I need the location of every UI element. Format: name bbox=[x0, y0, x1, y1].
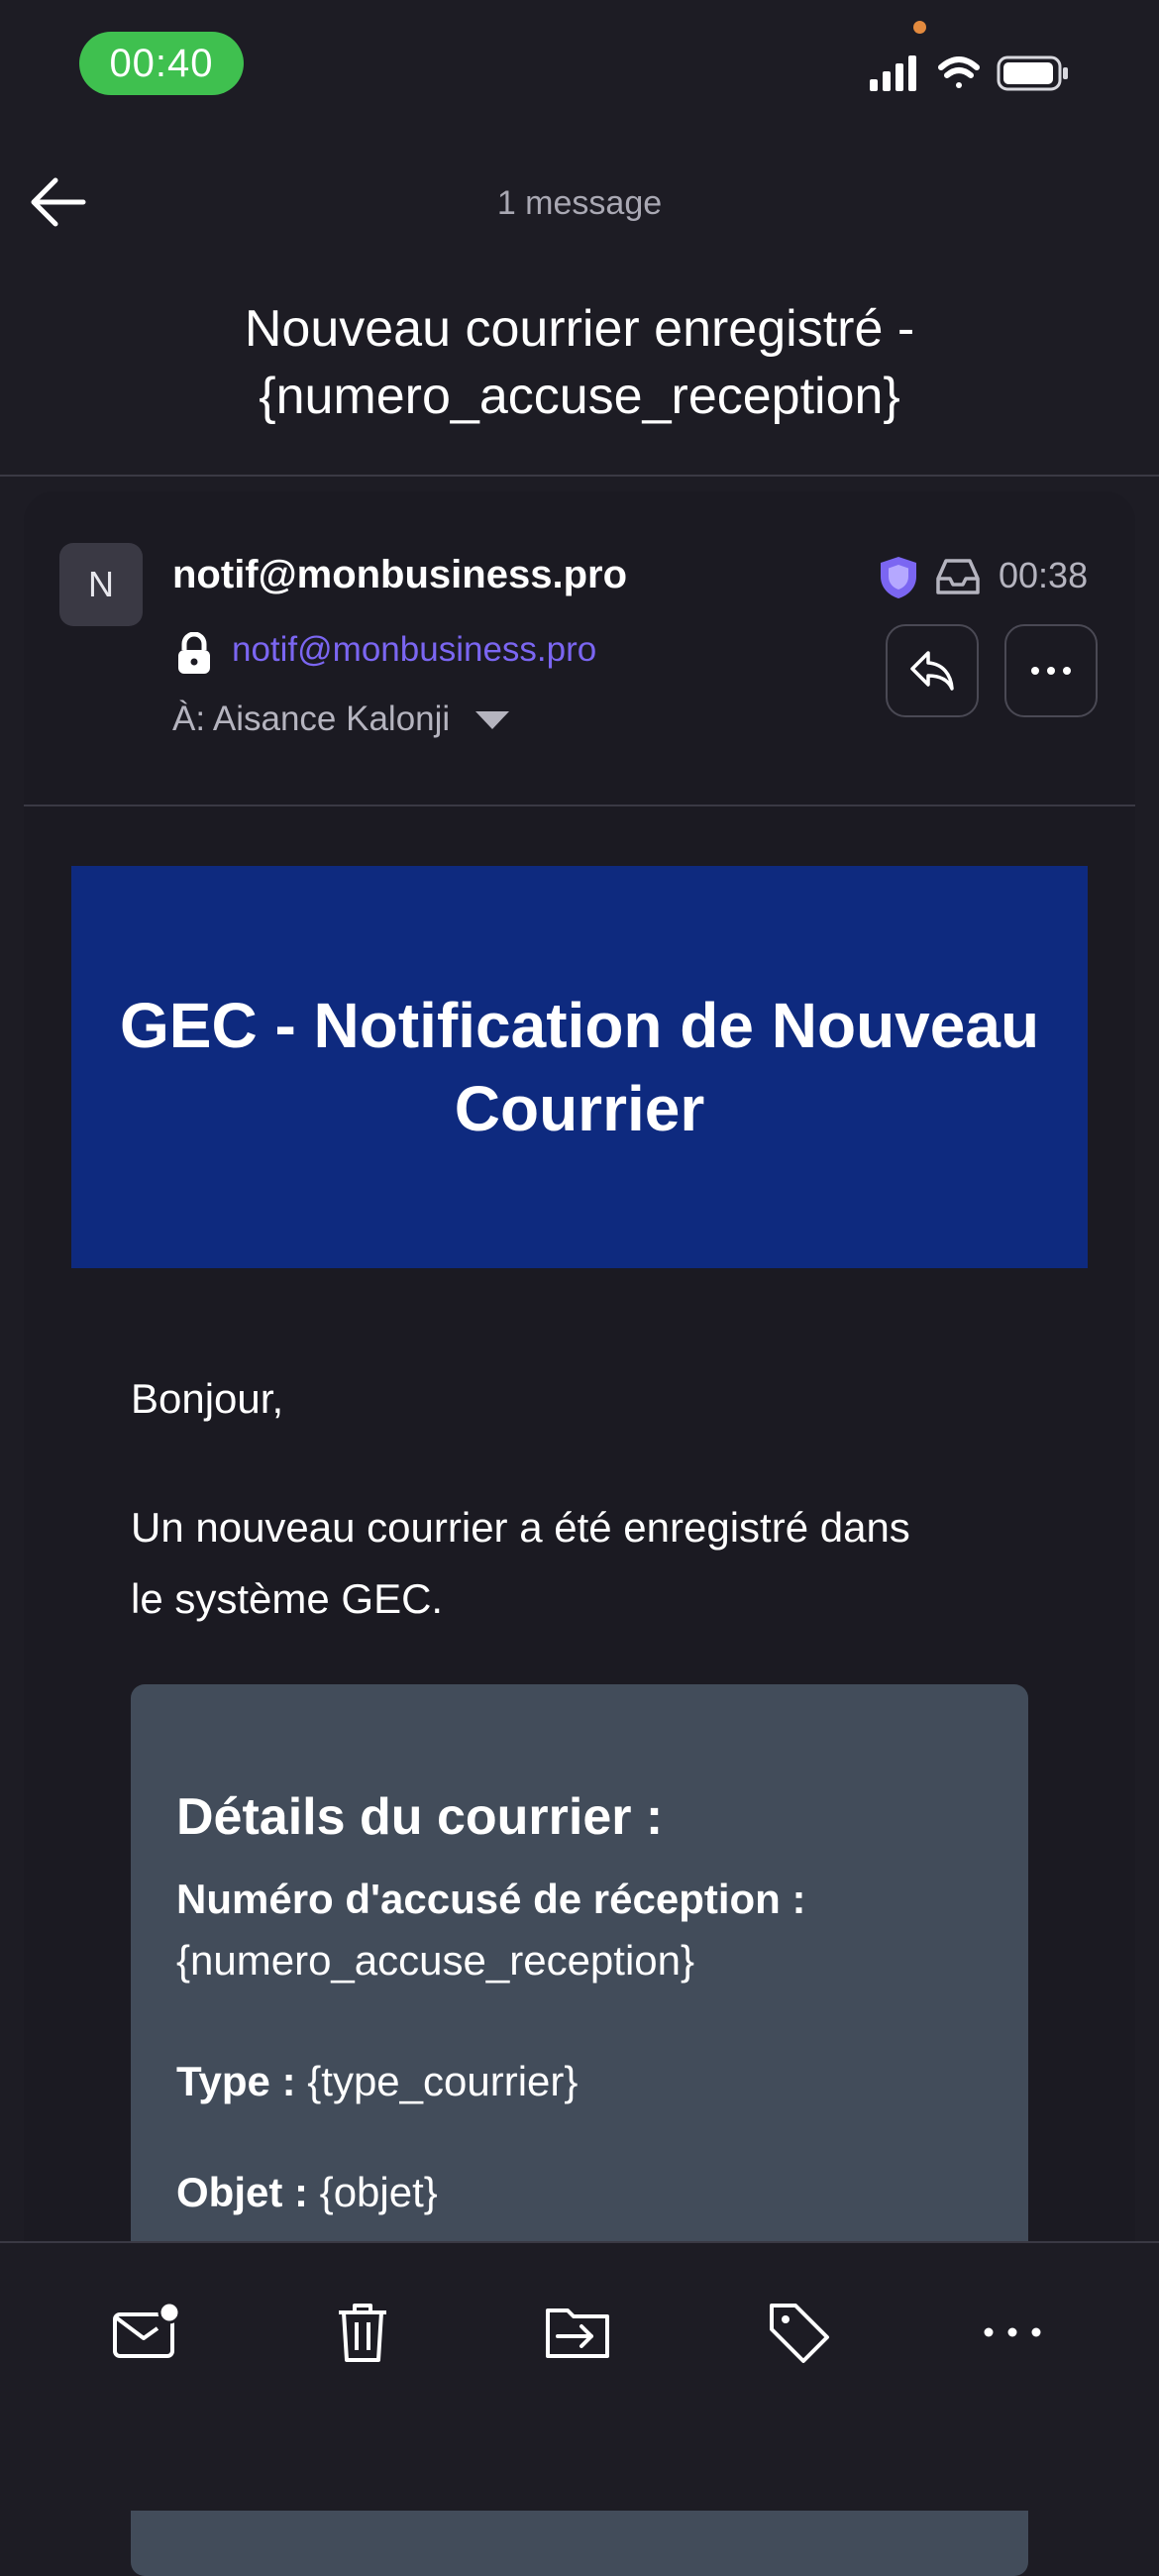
lock-icon bbox=[174, 632, 214, 676]
intro-text: Un nouveau courrier a été enregistré dan… bbox=[131, 1504, 910, 1622]
label-button[interactable] bbox=[759, 2293, 838, 2372]
email-banner: GEC - Notification de Nouveau Courrier bbox=[71, 866, 1088, 1268]
trash-icon bbox=[339, 2304, 386, 2362]
reply-button[interactable] bbox=[886, 624, 979, 717]
detail-value: {objet} bbox=[319, 2169, 438, 2215]
mark-unread-icon bbox=[113, 2303, 181, 2358]
detail-row-type: Type : {type_courrier} bbox=[176, 2051, 999, 2112]
more-icon bbox=[984, 2327, 1041, 2337]
message-card: N notif@monbusiness.pro notif@monbusines… bbox=[24, 491, 1135, 2576]
privacy-indicator-dot bbox=[913, 21, 926, 34]
detail-value: {numero_accuse_reception} bbox=[176, 1937, 695, 1984]
recipient-line[interactable]: À: Aisance Kalonji bbox=[172, 699, 509, 739]
greeting-text: Bonjour, bbox=[131, 1375, 284, 1422]
delete-button[interactable] bbox=[323, 2293, 402, 2372]
status-icons bbox=[870, 50, 1107, 99]
sender-avatar[interactable]: N bbox=[59, 543, 143, 626]
shield-icon[interactable] bbox=[878, 555, 919, 600]
status-time: 00:40 bbox=[79, 32, 244, 95]
detail-row-accuse: Numéro d'accusé de réception : {numero_a… bbox=[176, 1869, 999, 1991]
header-divider bbox=[0, 475, 1159, 477]
to-label: À: bbox=[172, 699, 206, 738]
message-count: 1 message bbox=[496, 184, 663, 222]
received-time: 00:38 bbox=[999, 555, 1089, 595]
mark-unread-button[interactable] bbox=[107, 2293, 186, 2372]
detail-row-objet: Objet : {objet} bbox=[176, 2162, 999, 2223]
wifi-icon bbox=[938, 56, 980, 88]
sender-email[interactable]: notif@monbusiness.pro bbox=[232, 630, 596, 670]
recipient-name: Aisance Kalonji bbox=[212, 699, 451, 738]
sender-name[interactable]: notif@monbusiness.pro bbox=[172, 553, 627, 597]
card-divider bbox=[24, 805, 1135, 806]
banner-title: GEC - Notification de Nouveau Courrier bbox=[119, 990, 1040, 1144]
more-icon bbox=[1031, 667, 1071, 675]
move-to-folder-icon bbox=[546, 2308, 609, 2358]
more-options-button[interactable] bbox=[1004, 624, 1098, 717]
inbox-icon bbox=[935, 557, 981, 596]
detail-label: Numéro d'accusé de réception : bbox=[176, 1876, 806, 1922]
toolbar-more-button[interactable] bbox=[973, 2293, 1052, 2372]
label-tag-icon bbox=[770, 2304, 829, 2363]
cellular-signal-icon bbox=[870, 55, 916, 91]
battery-icon bbox=[997, 55, 1068, 91]
bottom-toolbar bbox=[0, 2241, 1159, 2511]
reply-icon bbox=[910, 651, 954, 691]
move-button[interactable] bbox=[539, 2293, 618, 2372]
detail-label: Type : bbox=[176, 2058, 296, 2104]
thread-subject: Nouveau courrier enregistré - {numero_ac… bbox=[244, 300, 915, 425]
detail-value: {type_courrier} bbox=[307, 2058, 579, 2104]
chevron-down-icon[interactable] bbox=[474, 710, 509, 731]
detail-label: Objet : bbox=[176, 2169, 308, 2215]
details-title: Détails du courrier : bbox=[176, 1788, 664, 1846]
